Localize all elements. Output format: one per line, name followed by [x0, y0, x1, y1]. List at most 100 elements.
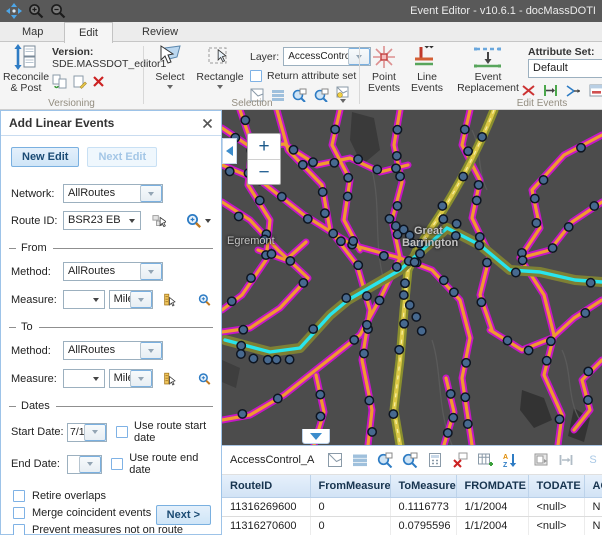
from-measure-on-map-icon[interactable]: [163, 292, 176, 308]
cell-todate: <null>: [528, 497, 584, 516]
sort-icon[interactable]: AZ: [502, 452, 518, 468]
from-method-value: AllRoutes: [64, 263, 140, 280]
from-section-label: From: [21, 242, 47, 254]
return-attribute-set-checkbox[interactable]: [250, 70, 262, 82]
to-method-dropdown[interactable]: AllRoutes: [63, 341, 163, 360]
start-date-combo[interactable]: 7/18/: [67, 423, 107, 442]
zoom-in-button[interactable]: +: [248, 134, 280, 160]
to-measure-zoom-icon[interactable]: [198, 371, 211, 387]
panel-title: Add Linear Events: [9, 116, 202, 130]
collapse-panel-left-button[interactable]: [222, 138, 237, 164]
zoom-in-icon[interactable]: [28, 3, 44, 19]
edit-events-group-label: Edit Events: [482, 98, 602, 109]
measure-event-icon[interactable]: [543, 84, 558, 97]
table-layer-name: AccessControl_A: [230, 454, 314, 466]
cell-fromdate: 1/1/2004: [456, 516, 528, 535]
clear-selection-icon[interactable]: [452, 452, 468, 468]
from-unit-dropdown[interactable]: Miles: [109, 290, 153, 309]
table-row[interactable]: 11316270600 0 0.0795596 1/1/2004 <null> …: [222, 516, 602, 535]
end-date-combo[interactable]: [67, 455, 102, 474]
retire-overlaps-checkbox[interactable]: [13, 490, 25, 502]
col-frommeasure[interactable]: FromMeasure: [310, 475, 390, 497]
ribbon-tab-strip: Map Edit Review: [0, 22, 602, 42]
select-button[interactable]: Select: [148, 44, 192, 89]
map-canvas[interactable]: Egremont Great Barrington + −: [222, 110, 602, 445]
col-ac[interactable]: AC: [584, 475, 602, 497]
cell-routeid: 11316270600: [222, 516, 310, 535]
select-dropdown-caret[interactable]: [167, 85, 173, 89]
tab-edit[interactable]: Edit: [64, 22, 113, 43]
tab-review[interactable]: Review: [128, 22, 192, 42]
selection-rows-icon[interactable]: [352, 452, 368, 468]
from-method-dropdown[interactable]: AllRoutes: [63, 262, 163, 281]
triangle-down-icon: [310, 433, 322, 440]
refresh-version-icon[interactable]: [52, 74, 67, 89]
route-zoom-caret[interactable]: [205, 219, 211, 223]
route-zoom-button[interactable]: [186, 213, 211, 229]
from-unit-value: Miles: [110, 291, 130, 308]
from-method-label: Method:: [11, 266, 63, 278]
use-route-end-date-checkbox[interactable]: [111, 458, 123, 470]
select-label: Select: [155, 72, 184, 83]
table-row[interactable]: 11316269600 0 0.1116773 1/1/2004 <null> …: [222, 497, 602, 516]
tab-map[interactable]: Map: [8, 22, 57, 42]
to-measure-combo[interactable]: [63, 369, 105, 388]
from-measure-combo[interactable]: [63, 290, 105, 309]
measure-icon[interactable]: [558, 452, 574, 468]
cell-routeid: 11316269600: [222, 497, 310, 516]
next-button[interactable]: Next >: [156, 505, 211, 525]
select-by-polygon-icon[interactable]: [327, 452, 343, 468]
to-method-value: AllRoutes: [64, 342, 140, 359]
split-event-icon[interactable]: [522, 84, 535, 97]
rectangle-dropdown-caret[interactable]: [217, 85, 223, 89]
close-icon[interactable]: [202, 118, 213, 129]
col-fromdate[interactable]: FROMDATE: [456, 475, 528, 497]
layer-dropdown[interactable]: AccessControl_A: [283, 47, 371, 66]
window-edit-icon[interactable]: [589, 84, 602, 97]
next-edit-button[interactable]: Next Edit: [87, 147, 157, 167]
from-section-separator: From: [9, 242, 213, 254]
line-events-button[interactable]: LineEvents: [406, 44, 448, 94]
add-to-table-icon[interactable]: [477, 452, 493, 468]
zoom-out-button[interactable]: −: [248, 160, 280, 186]
network-label: Network:: [11, 188, 63, 200]
collapse-table-button[interactable]: [302, 429, 330, 444]
use-route-start-date-checkbox[interactable]: [116, 426, 128, 438]
layer-label: Layer:: [250, 51, 279, 63]
col-todate[interactable]: TODATE: [528, 475, 584, 497]
rectangle-button[interactable]: Rectangle: [194, 44, 246, 89]
prevent-measures-checkbox[interactable]: [13, 524, 25, 535]
zoom-out-icon[interactable]: [50, 3, 66, 19]
start-date-label: Start Date:: [11, 426, 67, 438]
network-value: AllRoutes: [64, 185, 140, 202]
zoom-to-selected-icon[interactable]: [377, 452, 393, 468]
to-unit-dropdown[interactable]: Miles: [109, 369, 153, 388]
merge-coincident-events-checkbox[interactable]: [13, 507, 25, 519]
calculator-icon[interactable]: [427, 452, 443, 468]
truncated-button[interactable]: S: [589, 454, 596, 466]
cell-ac: N: [584, 516, 602, 535]
select-tool-icon: [157, 44, 183, 70]
route-id-label: Route ID:: [11, 215, 63, 227]
new-edit-button[interactable]: New Edit: [11, 147, 79, 167]
col-routeid[interactable]: RouteID: [222, 475, 310, 497]
attribute-set-dropdown[interactable]: Default: [528, 59, 602, 78]
report-icon[interactable]: [533, 452, 549, 468]
route-id-dropdown[interactable]: BSR23 EB: [63, 211, 141, 230]
merge-event-icon[interactable]: [566, 84, 581, 97]
new-version-icon[interactable]: [72, 74, 87, 89]
delete-version-icon[interactable]: [92, 75, 105, 88]
pan-to-selected-icon[interactable]: [402, 452, 418, 468]
pan-icon[interactable]: [6, 3, 22, 19]
point-events-button[interactable]: PointEvents: [364, 44, 404, 94]
event-replacement-button[interactable]: EventReplacement: [454, 44, 522, 94]
dates-section-label: Dates: [21, 400, 50, 412]
network-dropdown[interactable]: AllRoutes: [63, 184, 163, 203]
select-route-on-map-icon[interactable]: [152, 213, 166, 229]
col-tomeasure[interactable]: ToMeasure: [390, 475, 456, 497]
cell-frommeasure: 0: [310, 516, 390, 535]
from-measure-zoom-icon[interactable]: [198, 292, 211, 308]
option-row: Prevent measures not on route: [13, 524, 209, 535]
to-measure-on-map-icon[interactable]: [163, 371, 176, 387]
reconcile-post-button[interactable]: Reconcile & Post: [0, 44, 52, 94]
